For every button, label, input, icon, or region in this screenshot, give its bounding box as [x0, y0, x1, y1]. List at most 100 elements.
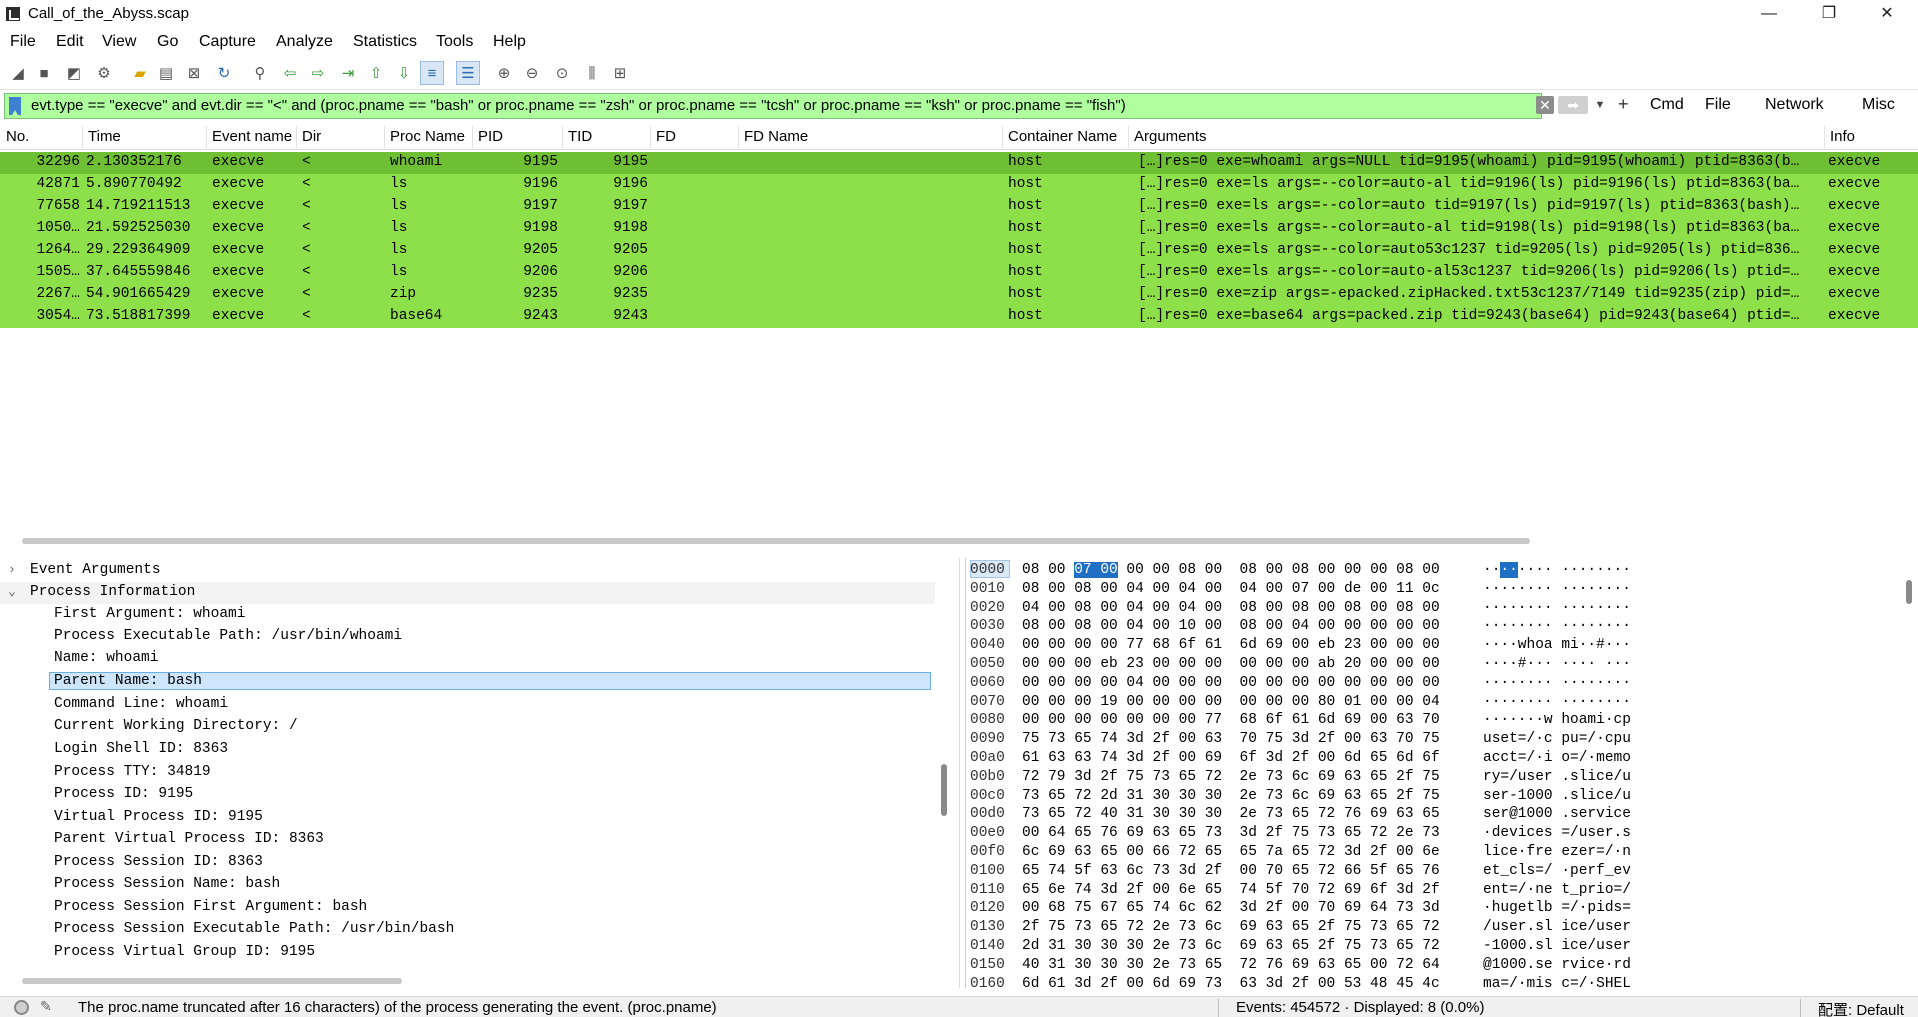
hex-bytes[interactable]: 00 00 00 00 04 00 00 00 00 00 00 00 00 0… — [1022, 675, 1440, 691]
hex-ascii[interactable]: ········ ········ — [1483, 675, 1631, 691]
zoom-in-icon[interactable]: ⊕ — [492, 61, 516, 85]
table-row[interactable]: 1505… 37.645559846 execve < ls 9206 9206… — [0, 262, 1918, 284]
tree-item[interactable]: Parent Virtual Process ID: 8363 — [0, 829, 935, 851]
hex-bytes[interactable]: 00 00 00 00 00 00 00 77 68 6f 61 6d 69 0… — [1022, 712, 1440, 728]
tree-section-process-information[interactable]: ⌄ Process Information — [0, 582, 935, 604]
last-icon[interactable]: ⇩ — [392, 61, 416, 85]
table-row[interactable]: 32296 2.130352176 execve < whoami 9195 9… — [0, 152, 1918, 174]
hex-bytes[interactable]: 2d 31 30 30 30 2e 73 6c 69 63 65 2f 75 7… — [1022, 938, 1440, 954]
zoom-reset-icon[interactable]: ⊙ — [550, 61, 574, 85]
tree-item[interactable]: Process TTY: 34819 — [0, 762, 935, 784]
menu-help[interactable]: Help — [493, 33, 526, 51]
find-icon[interactable]: ⚲ — [248, 61, 272, 85]
shark-fin-start-icon[interactable]: ◢ — [6, 61, 30, 85]
hex-bytes[interactable]: 6d 61 3d 2f 00 6d 69 73 63 3d 2f 00 53 4… — [1022, 976, 1440, 992]
file-filter-button[interactable]: File — [1705, 96, 1731, 114]
col-header-tid[interactable]: TID — [568, 128, 648, 145]
status-profile[interactable]: 配置: Default — [1818, 999, 1904, 1017]
hex-bytes[interactable]: 73 65 72 40 31 30 30 30 2e 73 65 72 76 6… — [1022, 806, 1440, 822]
hex-bytes[interactable]: 04 00 08 00 04 00 04 00 08 00 08 00 08 0… — [1022, 600, 1440, 616]
restart-icon[interactable]: ◩ — [62, 61, 86, 85]
hex-ascii[interactable]: ·······w hoami·cp — [1483, 712, 1631, 728]
tree-item[interactable]: Process Session ID: 8363 — [0, 852, 935, 874]
table-row[interactable]: 2267… 54.901665429 execve < zip 9235 923… — [0, 284, 1918, 306]
tree-item[interactable]: Command Line: whoami — [0, 694, 935, 716]
tree-item[interactable]: Login Shell ID: 8363 — [0, 739, 935, 761]
edit-comment-icon[interactable]: ✎ — [40, 998, 52, 1015]
options-gear-icon[interactable]: ⚙ — [92, 61, 116, 85]
tree-item[interactable]: Virtual Process ID: 9195 — [0, 807, 935, 829]
hex-bytes[interactable]: 00 00 00 eb 23 00 00 00 00 00 00 ab 20 0… — [1022, 656, 1440, 672]
hex-bytes[interactable]: 00 68 75 67 65 74 6c 62 3d 2f 00 70 69 6… — [1022, 900, 1440, 916]
chevron-down-icon[interactable]: ▼ — [1592, 95, 1608, 115]
hex-bytes[interactable]: 00 00 00 19 00 00 00 00 00 00 00 80 01 0… — [1022, 694, 1440, 710]
cmd-filter-button[interactable]: Cmd — [1650, 96, 1684, 114]
tree-item[interactable]: First Argument: whoami — [0, 604, 935, 626]
chevron-down-icon[interactable]: ⌄ — [8, 584, 16, 599]
hex-bytes[interactable]: 6c 69 63 65 00 66 72 65 65 7a 65 72 3d 2… — [1022, 844, 1440, 860]
hex-bytes[interactable]: 00 64 65 76 69 63 65 73 3d 2f 75 73 65 7… — [1022, 825, 1440, 841]
zoom-out-icon[interactable]: ⊖ — [520, 61, 544, 85]
table-row[interactable]: 77658 14.719211513 execve < ls 9197 9197… — [0, 196, 1918, 218]
back-arrow-icon[interactable]: ⇦ — [278, 61, 302, 85]
hex-ascii[interactable]: et_cls=/ ·perf_ev — [1483, 863, 1631, 879]
tree-item-selected[interactable]: Parent Name: bash — [0, 671, 935, 693]
hex-ascii[interactable]: lice·fre ezer=/·n — [1483, 844, 1631, 860]
hex-ascii[interactable]: ········ ········ — [1483, 694, 1631, 710]
col-header-time[interactable]: Time — [88, 128, 208, 145]
detail-vscrollbar[interactable] — [941, 764, 947, 816]
hex-ascii[interactable]: ser@1000 .service — [1483, 806, 1631, 822]
tree-item[interactable]: Process Virtual Group ID: 9195 — [0, 942, 935, 964]
tree-item[interactable]: Current Working Directory: / — [0, 716, 935, 738]
hex-ascii[interactable]: @1000.se rvice·rd — [1483, 957, 1631, 973]
hex-ascii[interactable]: ·devices =/user.s — [1483, 825, 1631, 841]
close-file-icon[interactable]: ⊠ — [182, 61, 206, 85]
tree-item[interactable]: Name: whoami — [0, 648, 935, 670]
col-header-dir[interactable]: Dir — [302, 128, 382, 145]
menu-tools[interactable]: Tools — [436, 33, 473, 51]
hex-ascii[interactable]: ····whoa mi··#··· — [1483, 637, 1631, 653]
detail-hscrollbar[interactable] — [22, 978, 402, 984]
chevron-right-icon[interactable]: › — [8, 562, 16, 577]
col-header-pid[interactable]: PID — [478, 128, 558, 145]
hex-ascii[interactable]: ········ ········ — [1483, 600, 1631, 616]
table-row[interactable]: 1050… 21.592525030 execve < ls 9198 9198… — [0, 218, 1918, 240]
tree-item[interactable]: Process Executable Path: /usr/bin/whoami — [0, 626, 935, 648]
hex-ascii[interactable]: /user.sl ice/user — [1483, 919, 1631, 935]
hex-bytes[interactable]: 61 63 63 74 3d 2f 00 69 6f 3d 2f 00 6d 6… — [1022, 750, 1440, 766]
menu-edit[interactable]: Edit — [56, 33, 84, 51]
layout-icon[interactable]: ⊞ — [608, 61, 632, 85]
tree-item[interactable]: Process ID: 9195 — [0, 784, 935, 806]
col-header-event-name[interactable]: Event name — [212, 128, 296, 145]
hex-bytes[interactable]: 08 00 08 00 04 00 04 00 04 00 07 00 de 0… — [1022, 581, 1440, 597]
hex-ascii[interactable]: ····#··· ···· ··· — [1483, 656, 1631, 672]
hex-ascii[interactable]: -1000.sl ice/user — [1483, 938, 1631, 954]
hex-ascii[interactable]: ········ ········ — [1483, 618, 1631, 634]
table-row[interactable]: 1264… 29.229364909 execve < ls 9205 9205… — [0, 240, 1918, 262]
minimize-button[interactable]: — — [1740, 0, 1798, 28]
menu-capture[interactable]: Capture — [199, 33, 256, 51]
hex-bytes[interactable]: 72 79 3d 2f 75 73 65 72 2e 73 6c 69 63 6… — [1022, 769, 1440, 785]
expert-info-icon[interactable] — [14, 1000, 29, 1015]
hex-ascii[interactable]: ent=/·ne t_prio=/ — [1483, 882, 1631, 898]
hex-bytes[interactable]: 65 6e 74 3d 2f 00 6e 65 74 5f 70 72 69 6… — [1022, 882, 1440, 898]
hex-vscrollbar[interactable] — [1906, 580, 1912, 604]
col-header-arguments[interactable]: Arguments — [1134, 128, 1474, 145]
hex-ascii[interactable]: uset=/·c pu=/·cpu — [1483, 731, 1631, 747]
hex-bytes[interactable]: 65 74 5f 63 6c 73 3d 2f 00 70 65 72 66 5… — [1022, 863, 1440, 879]
autoscroll-icon[interactable]: ≡ — [420, 61, 444, 85]
hex-bytes[interactable]: 08 00 08 00 04 00 10 00 08 00 04 00 00 0… — [1022, 618, 1440, 634]
col-header-fd[interactable]: FD — [656, 128, 736, 145]
hex-bytes[interactable]: 40 31 30 30 30 2e 73 65 72 76 69 63 65 0… — [1022, 957, 1440, 973]
hex-ascii[interactable]: ma=/·mis c=/·SHEL — [1483, 976, 1631, 992]
event-list-hscrollbar[interactable] — [22, 538, 1530, 544]
tree-item[interactable]: Process Session First Argument: bash — [0, 897, 935, 919]
col-header-no[interactable]: No. — [6, 128, 82, 145]
close-button[interactable]: ✕ — [1858, 0, 1916, 28]
menu-statistics[interactable]: Statistics — [353, 33, 417, 51]
add-filter-button[interactable]: + — [1618, 94, 1629, 115]
misc-filter-button[interactable]: Misc — [1862, 96, 1895, 114]
menu-go[interactable]: Go — [157, 33, 178, 51]
hex-ascii[interactable]: ry=/user .slice/u — [1483, 769, 1631, 785]
menu-analyze[interactable]: Analyze — [276, 33, 333, 51]
